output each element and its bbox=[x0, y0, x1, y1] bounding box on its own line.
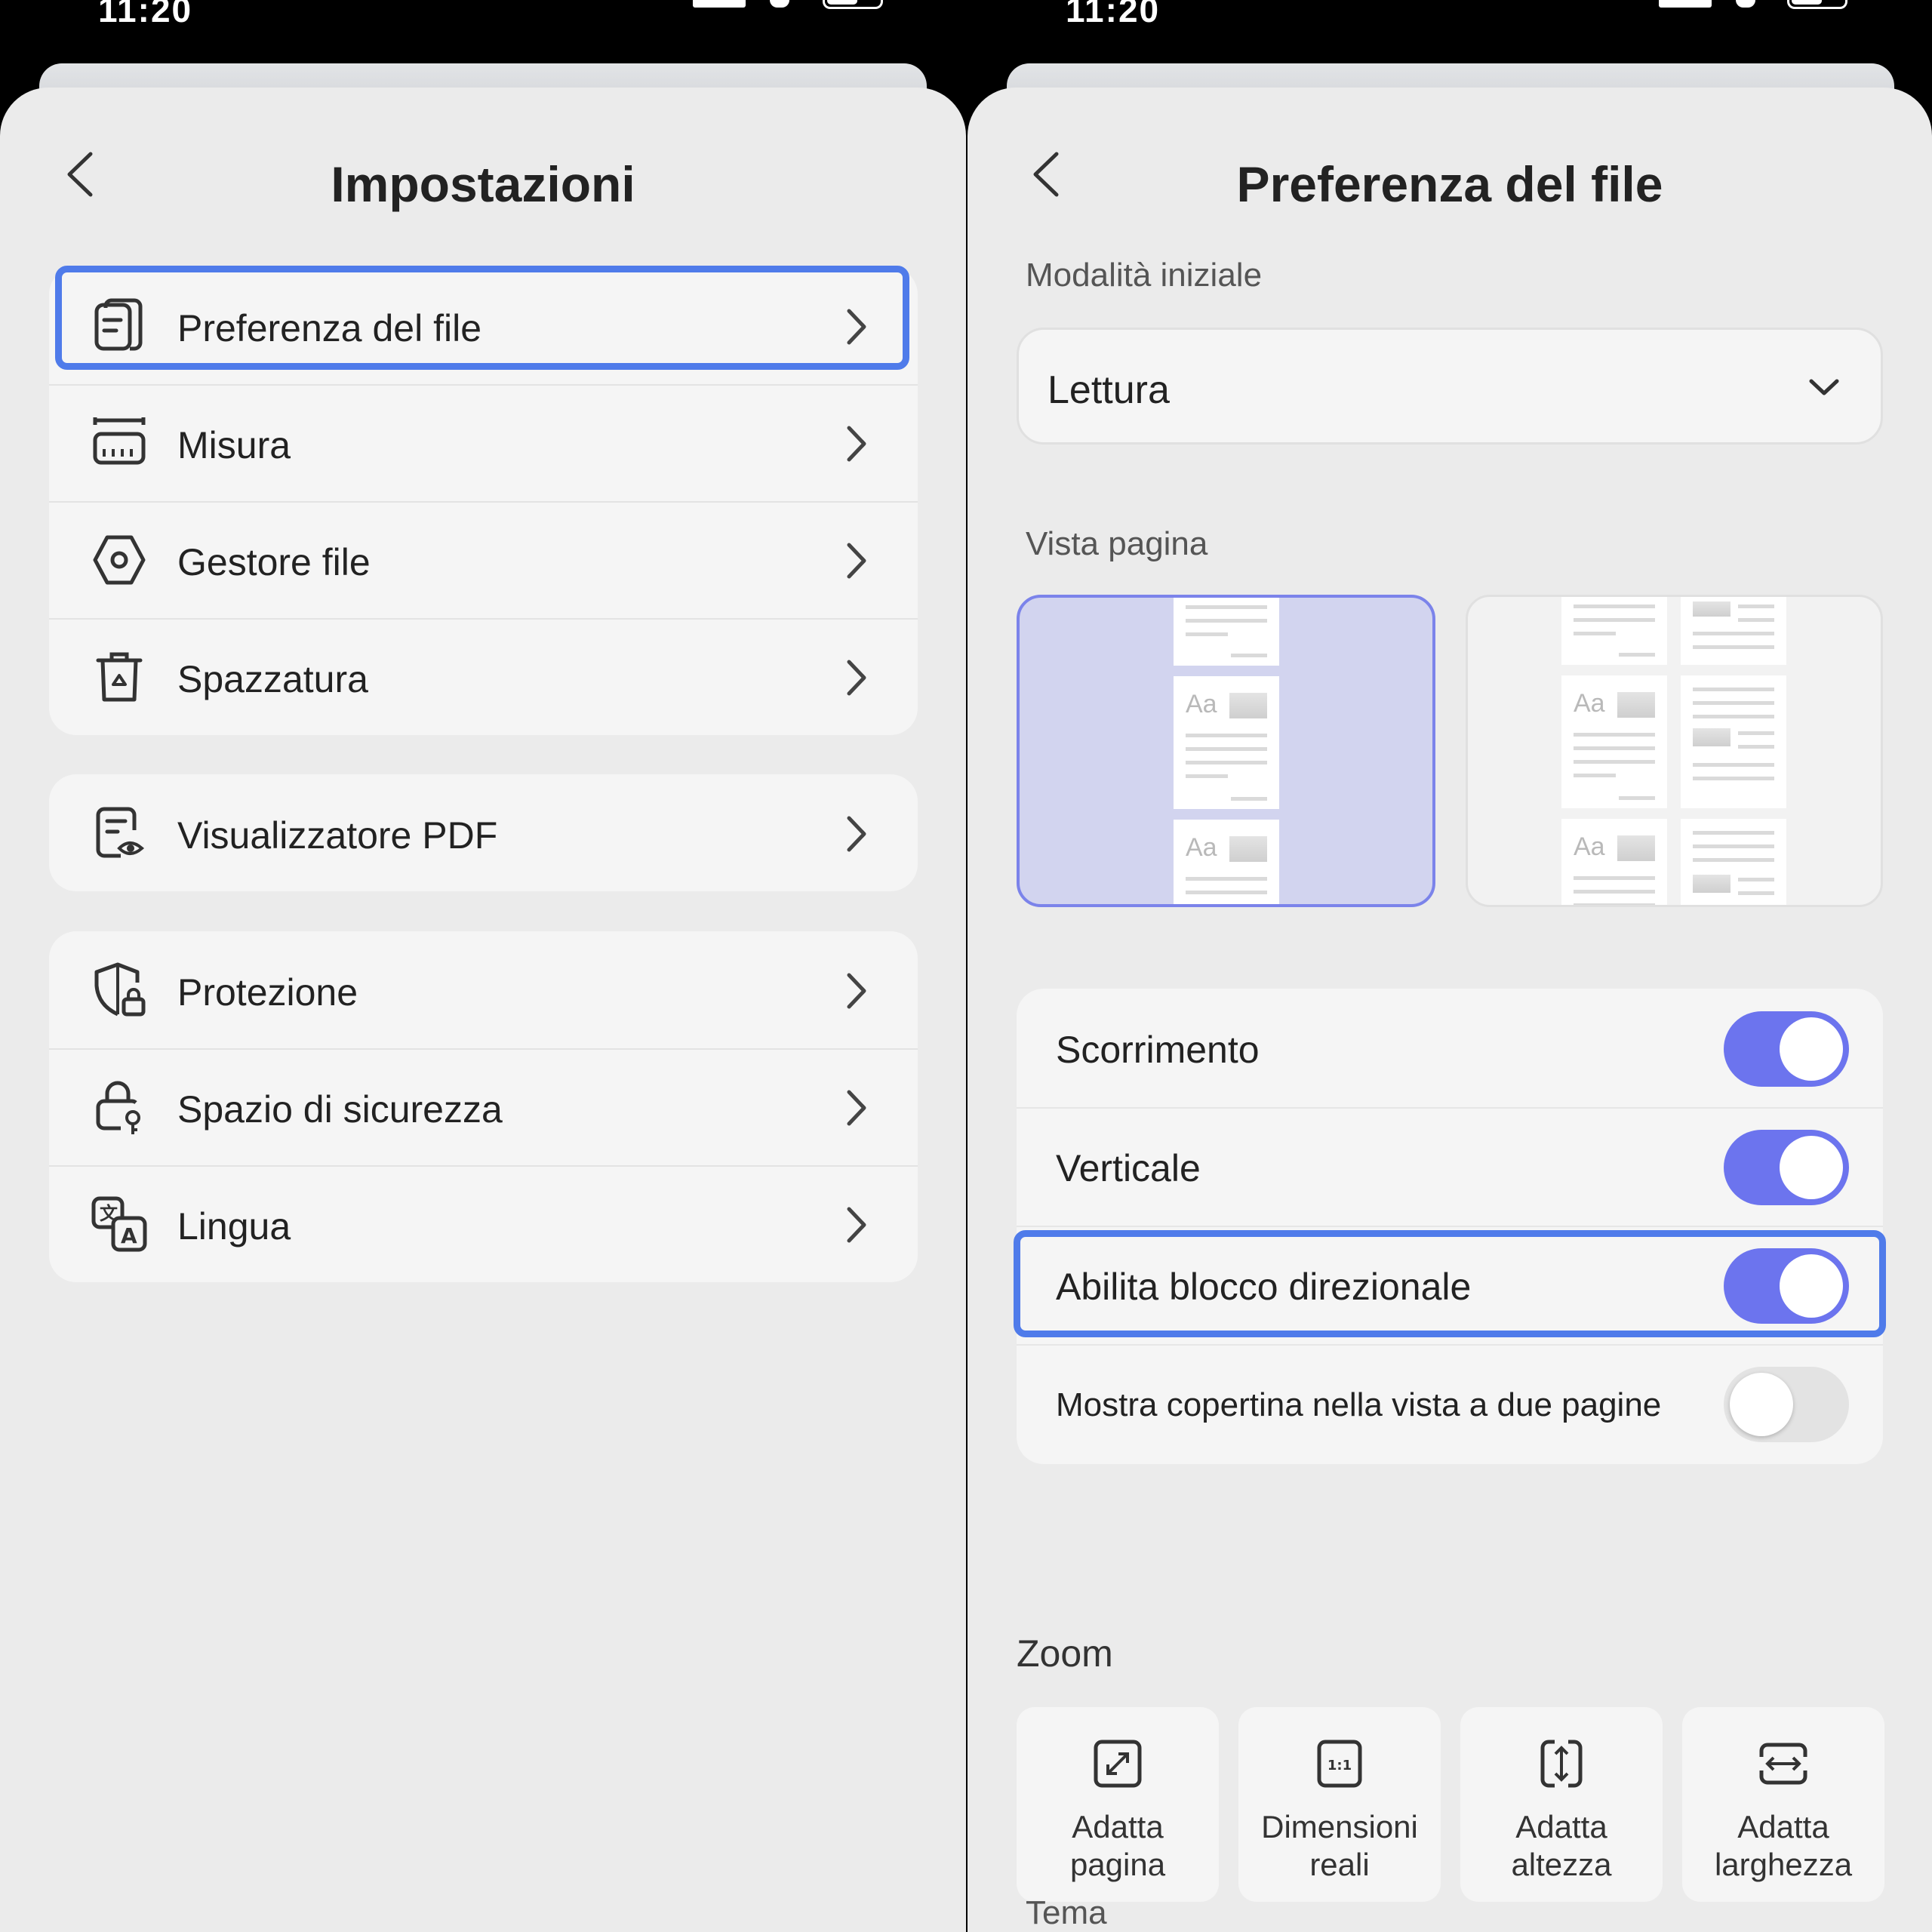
settings-item-file-preference[interactable]: Preferenza del file bbox=[49, 267, 918, 384]
initial-mode-value: Lettura bbox=[1048, 368, 1170, 412]
zoom-option-label: Adatta pagina bbox=[1069, 1809, 1166, 1882]
settings-group-files: Preferenza del file Misura Gestore file … bbox=[49, 267, 918, 735]
settings-item-label: Misura bbox=[177, 424, 291, 466]
toggle-row-vertical: Verticale bbox=[1017, 1107, 1883, 1226]
settings-item-label: Visualizzatore PDF bbox=[177, 814, 498, 857]
toggle-row-direction-lock: Abilita blocco direzionale bbox=[1017, 1226, 1883, 1344]
zoom-fit-width-button[interactable]: Adatta larghezza bbox=[1682, 1707, 1884, 1902]
toggle-label: Verticale bbox=[1056, 1147, 1201, 1189]
page-preview bbox=[1561, 597, 1667, 665]
signal-icon bbox=[693, 0, 746, 8]
settings-item-secure-space[interactable]: Spazio di sicurezza bbox=[49, 1048, 918, 1165]
fit-page-icon bbox=[1091, 1737, 1144, 1790]
page-preview bbox=[1681, 819, 1786, 905]
ruler-icon bbox=[91, 414, 148, 472]
page-view-single-option[interactable]: Aa Aa bbox=[1017, 595, 1435, 907]
status-bar: 11:20 11:20 bbox=[0, 0, 1932, 68]
settings-item-language[interactable]: 文A Lingua bbox=[49, 1165, 918, 1282]
battery-icon bbox=[1787, 0, 1847, 9]
settings-group-viewer: Visualizzatore PDF bbox=[49, 774, 918, 891]
zoom-option-label: Adatta altezza bbox=[1511, 1809, 1612, 1882]
initial-mode-dropdown[interactable]: Lettura bbox=[1017, 328, 1883, 445]
toggle-label: Abilita blocco direzionale bbox=[1056, 1266, 1472, 1308]
settings-item-label: Spazzatura bbox=[177, 658, 368, 700]
page-preview: Aa bbox=[1174, 820, 1279, 904]
chevron-right-icon bbox=[843, 657, 869, 698]
wifi-icon bbox=[770, 0, 789, 8]
chevron-right-icon bbox=[843, 1088, 869, 1128]
settings-item-protection[interactable]: Protezione bbox=[49, 931, 918, 1048]
toggle-label: Mostra copertina nella vista a due pagin… bbox=[1056, 1386, 1662, 1423]
hexagon-gear-icon bbox=[91, 531, 148, 589]
show-cover-toggle[interactable] bbox=[1724, 1367, 1849, 1442]
settings-item-pdf-viewer[interactable]: Visualizzatore PDF bbox=[49, 774, 918, 891]
file-preference-icon bbox=[91, 297, 148, 355]
zoom-label: Zoom bbox=[1017, 1632, 1113, 1675]
shield-lock-icon bbox=[91, 961, 148, 1019]
page-options-card: Scorrimento Verticale Abilita blocco dir… bbox=[1017, 989, 1883, 1464]
chevron-right-icon bbox=[843, 1204, 869, 1245]
chevron-right-icon bbox=[843, 814, 869, 854]
settings-item-label: Preferenza del file bbox=[177, 307, 482, 349]
settings-item-label: Spazio di sicurezza bbox=[177, 1088, 503, 1131]
vertical-toggle[interactable] bbox=[1724, 1130, 1849, 1205]
zoom-actual-size-button[interactable]: 1:1 Dimensioni reali bbox=[1238, 1707, 1441, 1902]
scroll-toggle[interactable] bbox=[1724, 1011, 1849, 1087]
zoom-option-label: Dimensioni reali bbox=[1261, 1809, 1418, 1882]
svg-text:A: A bbox=[121, 1223, 137, 1248]
file-preference-panel: Preferenza del file Modalità iniziale Le… bbox=[968, 88, 1932, 1932]
chevron-right-icon bbox=[843, 423, 869, 464]
page-preview bbox=[1681, 675, 1786, 808]
chevron-down-icon bbox=[1809, 379, 1839, 395]
page-preview: Aa bbox=[1561, 675, 1667, 808]
settings-panel: Impostazioni Preferenza del file Misura … bbox=[0, 88, 966, 1932]
toggle-row-show-cover: Mostra copertina nella vista a due pagin… bbox=[1017, 1344, 1883, 1463]
toggle-label: Scorrimento bbox=[1056, 1029, 1260, 1071]
settings-group-security: Protezione Spazio di sicurezza 文A Lingua bbox=[49, 931, 918, 1282]
settings-item-label: Protezione bbox=[177, 971, 358, 1014]
status-time: 11:20 bbox=[98, 0, 193, 29]
initial-mode-label: Modalità iniziale bbox=[1026, 257, 1263, 294]
theme-label: Tema bbox=[1026, 1894, 1107, 1931]
page-preview bbox=[1174, 598, 1279, 666]
status-time: 11:20 bbox=[1066, 0, 1161, 29]
zoom-option-label: Adatta larghezza bbox=[1714, 1809, 1853, 1882]
fit-width-icon bbox=[1757, 1737, 1810, 1790]
translate-icon: 文A bbox=[91, 1195, 148, 1253]
page-title: Impostazioni bbox=[331, 156, 635, 212]
nav-bar: Preferenza del file bbox=[968, 125, 1932, 212]
signal-icon bbox=[1659, 0, 1712, 8]
zoom-fit-height-button[interactable]: Adatta altezza bbox=[1460, 1707, 1663, 1902]
direction-lock-toggle[interactable] bbox=[1724, 1248, 1849, 1324]
settings-item-label: Gestore file bbox=[177, 541, 371, 583]
zoom-fit-page-button[interactable]: Adatta pagina bbox=[1017, 1707, 1219, 1902]
svg-text:1:1: 1:1 bbox=[1327, 1758, 1352, 1774]
settings-item-label: Lingua bbox=[177, 1205, 291, 1247]
chevron-right-icon bbox=[843, 540, 869, 581]
page-view-label: Vista pagina bbox=[1026, 525, 1208, 562]
chevron-right-icon bbox=[843, 306, 869, 347]
pdf-viewer-icon bbox=[91, 804, 148, 862]
trash-icon bbox=[91, 648, 148, 706]
page-preview bbox=[1681, 597, 1786, 665]
wifi-icon bbox=[1736, 0, 1755, 8]
page-preview: Aa bbox=[1174, 676, 1279, 809]
page-title: Preferenza del file bbox=[1236, 156, 1663, 212]
chevron-right-icon bbox=[843, 971, 869, 1011]
fit-height-icon bbox=[1535, 1737, 1588, 1790]
settings-item-trash[interactable]: Spazzatura bbox=[49, 618, 918, 735]
page-view-double-option[interactable]: Aa Aa bbox=[1466, 595, 1883, 907]
page-preview: Aa bbox=[1561, 819, 1667, 905]
toggle-row-scroll: Scorrimento bbox=[1017, 989, 1883, 1107]
actual-size-icon: 1:1 bbox=[1313, 1737, 1366, 1790]
battery-icon bbox=[823, 0, 883, 9]
lock-key-icon bbox=[91, 1078, 148, 1136]
nav-bar: Impostazioni bbox=[0, 125, 966, 212]
settings-item-measure[interactable]: Misura bbox=[49, 384, 918, 501]
settings-item-file-manager[interactable]: Gestore file bbox=[49, 501, 918, 618]
